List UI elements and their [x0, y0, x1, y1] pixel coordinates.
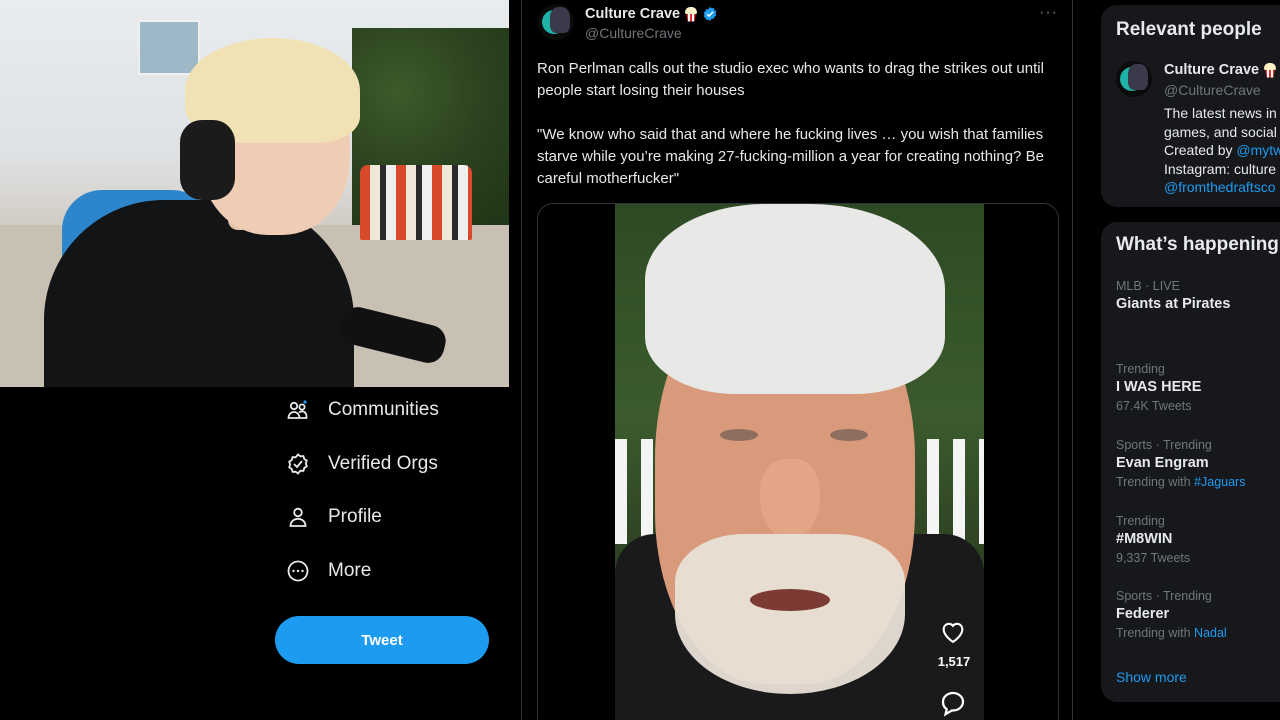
nav-label: More — [328, 560, 372, 581]
nav-label: Verified Orgs — [328, 453, 438, 474]
popcorn-icon — [684, 6, 698, 22]
bio-line: games, and social — [1164, 123, 1277, 140]
trend-item[interactable]: MLB · LIVE Giants at Pirates — [1116, 279, 1230, 312]
author-avatar[interactable] — [538, 4, 574, 40]
trend-meta: MLB · LIVE — [1116, 279, 1180, 293]
nav-label: Communities — [328, 399, 439, 420]
bio-link[interactable]: @mytw — [1236, 142, 1280, 158]
communities-icon — [284, 396, 312, 424]
headphones — [180, 120, 235, 200]
trend-topic: Evan Engram — [1116, 455, 1209, 471]
reply-icon[interactable] — [938, 688, 968, 718]
show-more-link[interactable]: Show more — [1116, 669, 1187, 685]
bio-line: Instagram: culture — [1164, 160, 1277, 177]
video-eye-right — [830, 429, 868, 441]
left-nav: Communities Verified Orgs Profile More T… — [270, 387, 510, 720]
verified-badge-icon — [702, 6, 718, 22]
video-beard — [675, 534, 905, 694]
trend-sub-text: Trending with — [1116, 475, 1195, 489]
trend-hashtag-link[interactable]: #Jaguars — [1194, 475, 1245, 489]
trend-meta: Sports · Trending — [1116, 589, 1212, 603]
profile-icon — [284, 503, 312, 531]
trend-sub: Trending with Nadal — [1116, 626, 1227, 640]
relevant-person-name[interactable]: Culture Crave — [1164, 62, 1259, 78]
video-nose — [760, 459, 820, 539]
video-eye-left — [720, 429, 758, 441]
relevant-people-card: Relevant people Culture Crave @CultureCr… — [1101, 5, 1280, 207]
video-mouth — [750, 589, 830, 611]
relevant-person-bio: The latest news in games, and social Cre… — [1164, 104, 1280, 197]
webcam-overlay — [0, 0, 509, 387]
trend-tweet-count: 67.4K Tweets — [1116, 399, 1192, 413]
tweet-media[interactable]: 1,517 — [537, 203, 1059, 720]
nav-item-communities[interactable]: Communities — [284, 393, 439, 427]
author-name-row[interactable]: Culture Crave — [585, 6, 718, 22]
tweet-column: Culture Crave @CultureCrave ··· Ron Perl… — [521, 0, 1073, 720]
trend-tweet-count: 9,337 Tweets — [1116, 551, 1191, 565]
relevant-people-title: Relevant people — [1116, 19, 1262, 40]
author-display-name[interactable]: Culture Crave — [585, 6, 680, 22]
tweet-text: Ron Perlman calls out the studio exec wh… — [537, 58, 1062, 190]
popcorn-icon — [1263, 62, 1277, 78]
bio-link[interactable]: @fromthedraftsco — [1164, 178, 1280, 197]
whats-happening-title: What’s happening — [1116, 234, 1279, 255]
skateboards — [360, 165, 472, 240]
video-hair — [645, 204, 945, 394]
more-circle-icon — [284, 557, 312, 585]
trend-item[interactable]: Trending I WAS HERE 67.4K Tweets — [1116, 362, 1201, 413]
verified-orgs-icon — [284, 450, 312, 478]
trend-item[interactable]: Sports · Trending Federer Trending with … — [1116, 589, 1227, 640]
relevant-person-avatar[interactable] — [1116, 61, 1152, 97]
whats-happening-card: What’s happening MLB · LIVE Giants at Pi… — [1101, 222, 1280, 702]
trend-topic: I WAS HERE — [1116, 379, 1202, 395]
tweet-text-paragraph-1: Ron Perlman calls out the studio exec wh… — [537, 60, 1044, 99]
trend-sub: Trending with #Jaguars — [1116, 475, 1245, 489]
bio-text: Created by — [1164, 142, 1237, 158]
tweet-text-paragraph-2: "We know who said that and where he fuck… — [537, 126, 1044, 187]
room-window — [138, 20, 200, 75]
author-handle[interactable]: @CultureCrave — [585, 25, 682, 41]
trend-item[interactable]: Sports · Trending Evan Engram Trending w… — [1116, 438, 1245, 489]
tweet-button[interactable]: Tweet — [275, 616, 489, 664]
relevant-person-name-row[interactable]: Culture Crave — [1164, 62, 1277, 78]
trend-meta: Trending — [1116, 362, 1165, 376]
trend-related-link[interactable]: Nadal — [1194, 626, 1227, 640]
video-player[interactable] — [615, 204, 984, 720]
relevant-person-handle[interactable]: @CultureCrave — [1164, 82, 1261, 98]
like-count: 1,517 — [937, 654, 971, 669]
heart-icon[interactable] — [938, 618, 968, 646]
nav-item-profile[interactable]: Profile — [284, 500, 382, 534]
trend-meta: Sports · Trending — [1116, 438, 1212, 452]
nav-item-more[interactable]: More — [284, 554, 371, 588]
nav-item-verified-orgs[interactable]: Verified Orgs — [284, 447, 438, 481]
trend-sub-text: Trending with — [1116, 626, 1195, 640]
more-options-icon[interactable]: ··· — [1039, 4, 1058, 22]
trend-topic: Giants at Pirates — [1116, 296, 1231, 312]
trend-topic: Federer — [1116, 606, 1170, 622]
trend-meta: Trending — [1116, 514, 1165, 528]
nav-label: Profile — [328, 506, 382, 527]
bio-line: Created by @mytw — [1164, 141, 1280, 160]
trend-item[interactable]: Trending #M8WIN 9,337 Tweets — [1116, 514, 1190, 565]
trend-topic: #M8WIN — [1116, 531, 1173, 547]
bio-line: The latest news in — [1164, 105, 1277, 121]
